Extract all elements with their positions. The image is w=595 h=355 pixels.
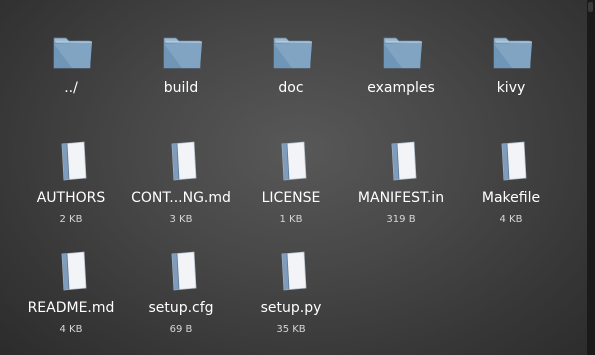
entry-size: 2 KB bbox=[59, 214, 83, 225]
file-icon bbox=[171, 141, 197, 181]
entry-size: 4 KB bbox=[59, 324, 83, 335]
file-icon bbox=[501, 141, 527, 181]
folder-entry-doc[interactable]: doc bbox=[236, 22, 346, 132]
file-icon bbox=[281, 251, 307, 291]
entry-name: build bbox=[163, 80, 199, 96]
file-entry-license[interactable]: LICENSE 1 KB bbox=[236, 132, 346, 242]
file-entry-setup-py[interactable]: setup.py 35 KB bbox=[236, 242, 346, 352]
entry-name: AUTHORS bbox=[36, 190, 106, 206]
folder-icon bbox=[383, 37, 422, 69]
entry-name: setup.cfg bbox=[148, 300, 214, 316]
entry-name: setup.py bbox=[260, 300, 322, 316]
entry-name: examples bbox=[367, 80, 435, 96]
entry-size: 4 KB bbox=[499, 214, 523, 225]
file-entry-contributing[interactable]: CONT...NG.md 3 KB bbox=[126, 132, 236, 242]
file-entry-makefile[interactable]: Makefile 4 KB bbox=[456, 132, 566, 242]
entry-name: MANIFEST.in bbox=[357, 190, 445, 206]
entry-size: 319 B bbox=[386, 214, 416, 225]
entry-size: 69 B bbox=[169, 324, 193, 335]
file-icon bbox=[61, 251, 87, 291]
entry-name: kivy bbox=[496, 80, 526, 96]
file-icon bbox=[61, 141, 87, 181]
folder-entry-build[interactable]: build bbox=[126, 22, 236, 132]
file-entry-manifest[interactable]: MANIFEST.in 319 B bbox=[346, 132, 456, 242]
folder-icon bbox=[273, 37, 312, 69]
file-icon bbox=[171, 251, 197, 291]
file-entry-authors[interactable]: AUTHORS 2 KB bbox=[16, 132, 126, 242]
entry-name: ../ bbox=[64, 80, 78, 96]
entry-name: CONT...NG.md bbox=[131, 190, 231, 206]
entry-name: doc bbox=[278, 80, 304, 96]
entry-size: 35 KB bbox=[276, 324, 306, 335]
entry-name: README.md bbox=[27, 300, 115, 316]
entry-name: LICENSE bbox=[261, 190, 321, 206]
entry-size: 3 KB bbox=[169, 214, 193, 225]
folder-entry-examples[interactable]: examples bbox=[346, 22, 456, 132]
folder-entry-kivy[interactable]: kivy bbox=[456, 22, 566, 132]
file-grid: ../ build doc examples kivy AUTHORS 2 KB… bbox=[16, 22, 566, 352]
file-entry-setup-cfg[interactable]: setup.cfg 69 B bbox=[126, 242, 236, 352]
scrollbar-thumb[interactable] bbox=[588, 2, 593, 12]
file-entry-readme[interactable]: README.md 4 KB bbox=[16, 242, 126, 352]
folder-icon bbox=[493, 37, 532, 69]
folder-entry-parent[interactable]: ../ bbox=[16, 22, 126, 132]
file-icon bbox=[281, 141, 307, 181]
folder-icon bbox=[163, 37, 202, 69]
vertical-scrollbar[interactable] bbox=[587, 0, 595, 355]
folder-icon bbox=[53, 37, 92, 69]
entry-size: 1 KB bbox=[279, 214, 303, 225]
entry-name: Makefile bbox=[481, 190, 541, 206]
file-icon bbox=[391, 141, 417, 181]
icon-view-file-browser: ../ build doc examples kivy AUTHORS 2 KB… bbox=[0, 0, 587, 355]
